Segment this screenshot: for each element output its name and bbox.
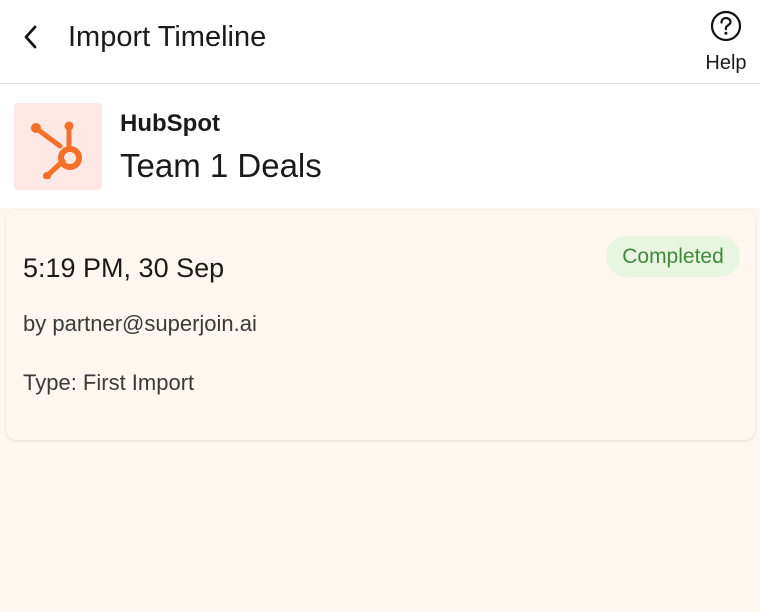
source-object-name: Team 1 Deals: [120, 147, 322, 184]
help-label: Help: [705, 52, 747, 74]
chevron-left-icon: [24, 25, 37, 49]
source-app-name: HubSpot: [120, 110, 220, 137]
import-author: by partner@superjoin.ai: [23, 311, 257, 336]
question-circle-icon: [710, 10, 742, 42]
help-button[interactable]: Help: [698, 8, 754, 74]
page-title: Import Timeline: [68, 21, 267, 53]
import-type: Type: First Import: [23, 370, 195, 395]
source-info: HubSpot Team 1 Deals: [0, 84, 760, 208]
hubspot-logo: [31, 121, 82, 179]
top-bar: Import Timeline Help: [0, 0, 760, 84]
status-badge: Completed: [606, 236, 740, 277]
back-button[interactable]: [14, 20, 48, 54]
import-card[interactable]: 5:19 PM, 30 Sep Completed by partner@sup…: [6, 210, 755, 440]
source-logo-tile: [14, 103, 102, 190]
import-time: 5:19 PM, 30 Sep: [23, 253, 225, 283]
